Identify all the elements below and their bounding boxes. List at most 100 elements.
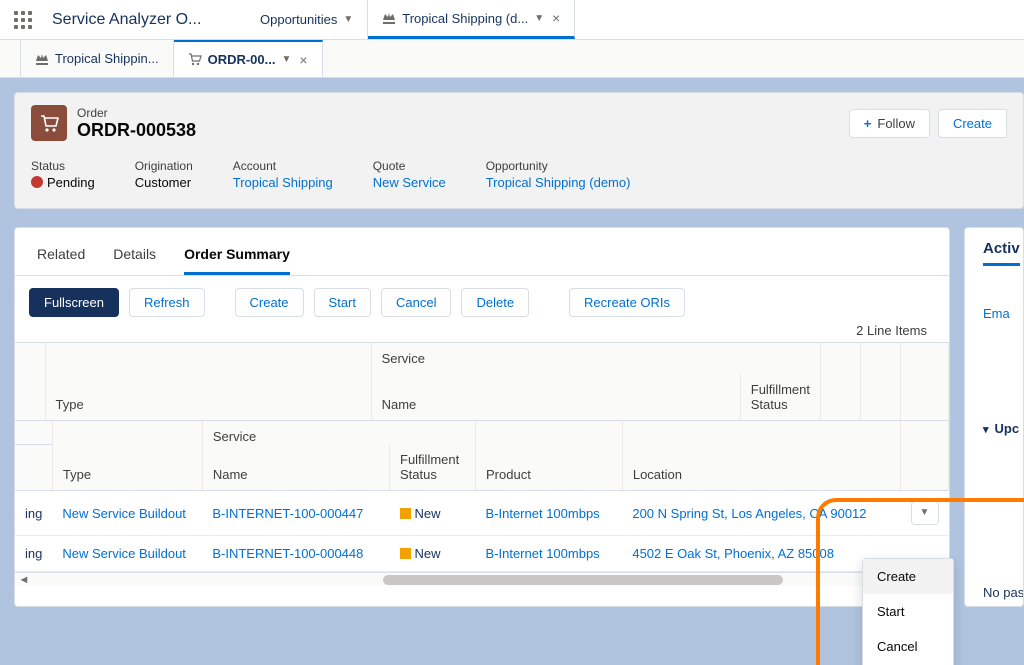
follow-button[interactable]: + Follow (849, 109, 930, 138)
menu-item-create[interactable]: Create (863, 559, 953, 594)
cell-type[interactable]: New Service Buildout (52, 491, 202, 536)
fullscreen-button[interactable]: Fullscreen (29, 288, 119, 317)
crown-icon (35, 53, 49, 65)
sub-tab-label: Tropical Shippin... (55, 51, 159, 66)
order-icon (31, 105, 67, 141)
create-button[interactable]: Create (235, 288, 304, 317)
activity-panel: Activ Ema ▾ Upc No past (964, 227, 1024, 607)
chevron-down-icon: ▾ (983, 423, 989, 436)
row-fragment: ing (15, 491, 52, 536)
action-bar: Fullscreen Refresh Create Start Cancel D… (15, 276, 949, 323)
cell-product[interactable]: B-Internet 100mbps (476, 536, 623, 572)
app-launcher[interactable] (0, 0, 46, 39)
field-quote: Quote New Service (373, 159, 446, 190)
field-label: Origination (135, 159, 193, 173)
refresh-button[interactable]: Refresh (129, 288, 205, 317)
line-item-count: 2 Line Items (15, 323, 949, 342)
line-items-table: Type Service Name Fulfillment Status (15, 343, 949, 421)
col-type[interactable]: Type (45, 343, 371, 421)
col-fulfillment[interactable]: Fulfillment Status (740, 374, 820, 421)
no-past-text: No past (983, 585, 1024, 600)
create-button[interactable]: Create (938, 109, 1007, 138)
field-value-link[interactable]: Tropical Shipping (demo) (486, 175, 631, 190)
chevron-down-icon[interactable]: ▼ (281, 54, 291, 65)
status-text: Pending (47, 175, 95, 190)
order-summary-panel: Related Details Order Summary Fullscreen… (14, 227, 950, 607)
scroll-thumb[interactable] (383, 575, 783, 585)
col-name[interactable]: Name (371, 374, 740, 421)
table-row[interactable]: ing New Service Buildout B-INTERNET-100-… (15, 536, 949, 572)
col-group-service: Service (371, 343, 820, 374)
col-group-service: Service (202, 421, 475, 444)
scroll-left-icon[interactable]: ◄ (15, 574, 33, 586)
sub-tab-order[interactable]: ORDR-00... ▼ × (174, 40, 323, 77)
col-name[interactable]: Name (202, 444, 389, 491)
cell-type[interactable]: New Service Buildout (52, 536, 202, 572)
nav-tab-label: Tropical Shipping (d... (402, 11, 528, 26)
field-value: Pending (31, 175, 95, 190)
close-icon[interactable]: × (552, 10, 560, 26)
horizontal-scrollbar[interactable]: ◄ (15, 572, 949, 586)
field-value-link[interactable]: Tropical Shipping (233, 175, 333, 190)
field-value: Customer (135, 175, 193, 190)
fulfillment-text: New (415, 506, 441, 521)
highlights-panel: Status Pending Origination Customer Acco… (31, 159, 1007, 190)
col-product[interactable]: Product (476, 444, 623, 491)
cell-location[interactable]: 200 N Spring St, Los Angeles, CA 90012 (622, 491, 900, 536)
nav-tab-label: Opportunities (260, 12, 337, 27)
chevron-down-icon[interactable]: ▼ (534, 13, 544, 24)
waffle-icon (14, 11, 32, 29)
col-type[interactable]: Type (52, 444, 202, 491)
status-square-icon (400, 508, 411, 519)
cell-product[interactable]: B-Internet 100mbps (476, 491, 623, 536)
table-row[interactable]: ing New Service Buildout B-INTERNET-100-… (15, 491, 949, 536)
record-header-card: Order ORDR-000538 + Follow Create Status… (14, 92, 1024, 209)
close-icon[interactable]: × (299, 52, 307, 68)
delete-button[interactable]: Delete (461, 288, 529, 317)
chevron-down-icon[interactable]: ▼ (343, 14, 353, 25)
tab-related[interactable]: Related (37, 240, 85, 275)
field-opportunity: Opportunity Tropical Shipping (demo) (486, 159, 631, 190)
field-label: Quote (373, 159, 446, 173)
tab-order-summary[interactable]: Order Summary (184, 240, 290, 275)
field-account: Account Tropical Shipping (233, 159, 333, 190)
fulfillment-text: New (415, 546, 441, 561)
nav-tab-tropical-shipping[interactable]: Tropical Shipping (d... ▼ × (368, 0, 575, 39)
sub-tab-label: ORDR-00... (208, 52, 276, 67)
row-actions-button[interactable]: ▼ (911, 501, 939, 525)
col-fulfillment[interactable]: Fulfillment Status (390, 444, 476, 491)
plus-icon: + (864, 116, 872, 131)
row-actions-menu: Create Start Cancel Delete (862, 558, 954, 665)
record-name: ORDR-000538 (77, 120, 849, 141)
record-canvas: Order ORDR-000538 + Follow Create Status… (0, 78, 1024, 665)
upcoming-label: Upc (995, 421, 1020, 436)
field-value-link[interactable]: New Service (373, 175, 446, 190)
nav-tab-opportunities[interactable]: Opportunities ▼ (246, 0, 368, 39)
menu-item-cancel[interactable]: Cancel (863, 629, 953, 664)
activity-tab[interactable]: Activ (983, 240, 1020, 266)
record-type-label: Order (77, 106, 849, 120)
panel-tabset: Related Details Order Summary (15, 240, 949, 276)
email-link[interactable]: Ema (983, 306, 1023, 321)
global-nav: Service Analyzer O... Opportunities ▼ Tr… (0, 0, 1024, 40)
follow-button-label: Follow (877, 116, 915, 131)
upcoming-section[interactable]: ▾ Upc (983, 421, 1023, 436)
cancel-button[interactable]: Cancel (381, 288, 451, 317)
start-button[interactable]: Start (314, 288, 371, 317)
sub-tab-opportunity[interactable]: Tropical Shippin... (20, 40, 174, 77)
recreate-oris-button[interactable]: Recreate ORIs (569, 288, 685, 317)
status-dot-icon (31, 176, 43, 188)
menu-item-start[interactable]: Start (863, 594, 953, 629)
cell-location[interactable]: 4502 E Oak St, Phoenix, AZ 85008 (622, 536, 900, 572)
cell-name[interactable]: B-INTERNET-100-000447 (202, 491, 389, 536)
status-square-icon (400, 548, 411, 559)
field-status: Status Pending (31, 159, 95, 190)
cell-name[interactable]: B-INTERNET-100-000448 (202, 536, 389, 572)
line-items-table: Service Type Name Fulfillment Status Pro… (15, 421, 949, 572)
line-items-table-wrapper: Type Service Name Fulfillment Status (15, 342, 949, 421)
field-label: Status (31, 159, 95, 173)
create-button-label: Create (953, 116, 992, 131)
tab-details[interactable]: Details (113, 240, 156, 275)
col-location[interactable]: Location (622, 444, 900, 491)
field-origination: Origination Customer (135, 159, 193, 190)
